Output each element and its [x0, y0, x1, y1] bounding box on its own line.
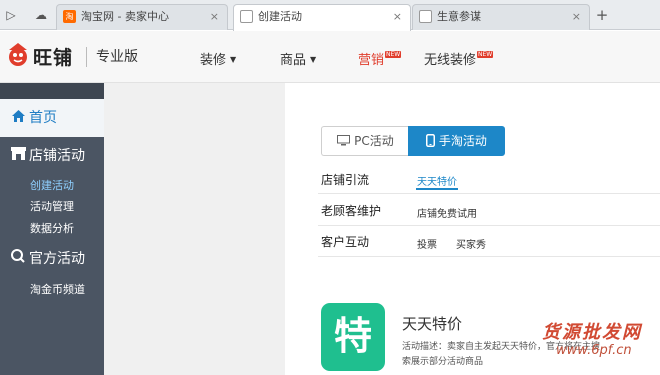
- sidebar-item-data-analysis[interactable]: 数据分析: [30, 220, 74, 236]
- nav-mobile-decoration[interactable]: 无线装修 NEW: [424, 49, 494, 68]
- page-favicon-icon: [240, 10, 253, 23]
- sidebar-section-official-activities[interactable]: 官方活动: [0, 240, 104, 278]
- active-underline: [416, 188, 458, 190]
- chevron-down-icon: ▼: [230, 55, 237, 64]
- option-free-trial[interactable]: 店铺免费试用: [417, 205, 477, 220]
- sidebar-section-label: 店铺活动: [29, 148, 85, 164]
- sidebar-item-taojinbi-channel[interactable]: 淘金币频道: [30, 281, 85, 297]
- tab-taobao-seller-center[interactable]: 淘 淘宝网 - 卖家中心 ×: [56, 4, 228, 30]
- tab-title: 生意参谋: [437, 10, 481, 23]
- toggle-label: PC活动: [354, 134, 394, 148]
- tab-create-activity[interactable]: 创建活动 ×: [233, 4, 411, 31]
- row-label-customer-retention: 老顾客维护: [321, 204, 382, 218]
- close-icon[interactable]: ×: [572, 5, 581, 29]
- tab-title: 创建活动: [258, 10, 302, 23]
- toggle-label: 手淘活动: [438, 134, 487, 148]
- new-badge: NEW: [477, 51, 494, 58]
- nav-label: 商品: [280, 53, 307, 68]
- tab-mobile-activity[interactable]: 手淘活动: [408, 126, 505, 156]
- close-icon[interactable]: ×: [393, 5, 402, 29]
- sidebar-section-label: 官方活动: [29, 251, 85, 267]
- option-vote[interactable]: 投票: [417, 236, 437, 251]
- monitor-icon: [337, 134, 354, 148]
- store-icon: [11, 137, 26, 175]
- nav-products[interactable]: 商品 ▼: [280, 49, 316, 68]
- taobao-favicon-icon: 淘: [63, 10, 76, 23]
- tab-title: 淘宝网 - 卖家中心: [81, 10, 169, 23]
- watermark-url: www.6pf.cn: [556, 343, 632, 358]
- new-badge: NEW: [385, 51, 402, 58]
- header-divider: [86, 47, 87, 67]
- official-activity-icon: [11, 240, 26, 278]
- phone-icon: [426, 134, 439, 148]
- content-gutter: [104, 83, 285, 375]
- home-icon: [11, 99, 26, 137]
- wangpu-logo-icon[interactable]: [6, 41, 30, 67]
- row-divider: [318, 193, 660, 194]
- nav-decoration[interactable]: 装修 ▼: [200, 49, 236, 68]
- option-buyer-show[interactable]: 买家秀: [456, 236, 486, 251]
- sidebar-item-create-activity[interactable]: 创建活动: [30, 177, 74, 193]
- browser-tab-strip: ▷ ☁ 淘 淘宝网 - 卖家中心 × 创建活动 × 生意参谋 × +: [0, 0, 660, 31]
- nav-label: 无线装修: [424, 53, 477, 68]
- new-tab-button[interactable]: +: [592, 6, 612, 24]
- row-divider: [318, 256, 660, 257]
- daily-special-icon[interactable]: 特: [321, 303, 385, 371]
- tab-pc-activity[interactable]: PC活动: [321, 126, 409, 156]
- nav-label: 装修: [200, 53, 227, 68]
- sidebar-item-activity-management[interactable]: 活动管理: [30, 198, 74, 214]
- nav-label: 营销: [358, 53, 385, 68]
- option-daily-special[interactable]: 天天特价: [417, 173, 457, 188]
- sidebar-toggle-icon[interactable]: ▷: [2, 7, 20, 23]
- cloud-icon[interactable]: ☁: [32, 7, 50, 23]
- sidebar-section-store-activities[interactable]: 店铺活动: [0, 137, 104, 175]
- nav-marketing[interactable]: 营销 NEW: [358, 49, 402, 68]
- promo-title: 天天特价: [402, 315, 463, 333]
- sidebar-top-strip: [0, 83, 104, 99]
- page-favicon-icon: [419, 10, 432, 23]
- row-label-store-traffic: 店铺引流: [321, 173, 370, 187]
- app-header: 旺铺 专业版 装修 ▼ 商品 ▼ 营销 NEW 无线装修 NEW: [0, 31, 660, 83]
- brand-name[interactable]: 旺铺: [33, 43, 73, 70]
- row-label-customer-interaction: 客户互动: [321, 235, 370, 249]
- sidebar: 首页 店铺活动 创建活动 活动管理 数据分析 官方活动 淘金币频道: [0, 83, 104, 375]
- sidebar-item-label: 首页: [29, 110, 57, 126]
- row-divider: [318, 225, 660, 226]
- tab-business-advisor[interactable]: 生意参谋 ×: [412, 4, 590, 30]
- watermark: 货源批发网: [542, 322, 642, 343]
- sidebar-item-home[interactable]: 首页: [0, 99, 104, 137]
- edition-label: 专业版: [96, 49, 138, 65]
- chevron-down-icon: ▼: [310, 55, 317, 64]
- close-icon[interactable]: ×: [210, 5, 219, 29]
